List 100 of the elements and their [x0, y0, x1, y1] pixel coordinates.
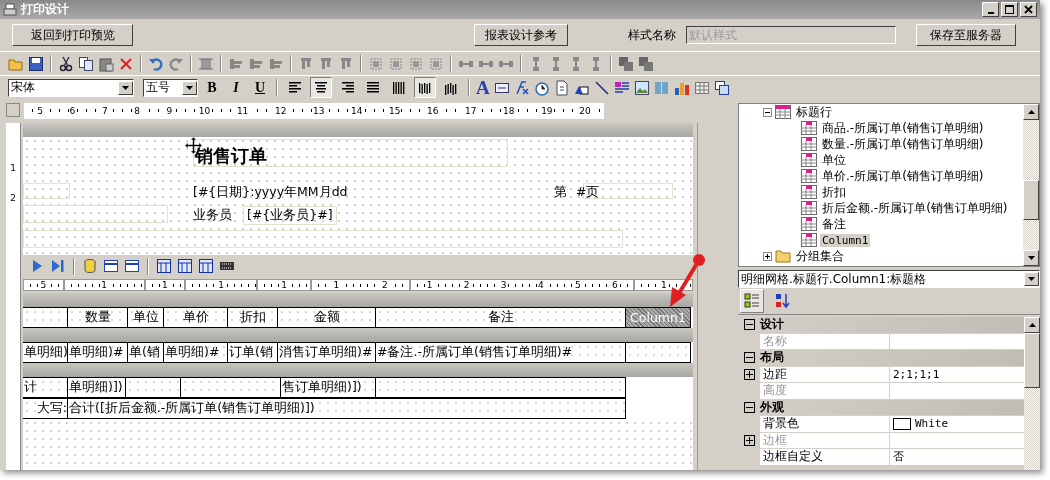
table-icon[interactable] — [693, 79, 710, 96]
categorized-list-icon — [744, 293, 760, 309]
report-reference-button[interactable]: 报表设计参考 — [474, 24, 568, 46]
object-selector[interactable]: 明细网格.标题行.Column1:标题格 — [738, 270, 1040, 288]
line-icon[interactable] — [593, 79, 610, 96]
column-header-cell[interactable]: 折扣 — [228, 307, 278, 328]
collapse-icon[interactable] — [743, 319, 755, 331]
property-name[interactable]: 边距 — [760, 366, 890, 382]
scroll-down-icon[interactable] — [1027, 256, 1035, 260]
column-ruler-segment: 1 — [63, 279, 145, 291]
property-value[interactable]: 否 — [893, 449, 904, 465]
field-icon[interactable] — [124, 258, 140, 274]
field-frame[interactable] — [193, 139, 508, 167]
delete-icon[interactable] — [118, 55, 134, 72]
tree-item[interactable]: 数量.-所属订单(销售订单明细) — [820, 135, 986, 153]
column-ruler-segment: 1 — [257, 279, 312, 291]
column-header-cell[interactable]: 备注 — [376, 307, 626, 328]
column-header-cell[interactable]: 数量 — [68, 307, 128, 328]
table-cell: 单明细) — [23, 342, 68, 363]
scroll-up-icon[interactable] — [1027, 110, 1035, 114]
tree-item[interactable]: 备注 — [820, 215, 848, 233]
salesperson-field[interactable]: [#{业务员}#] — [243, 206, 337, 225]
save-icon[interactable] — [28, 55, 44, 72]
date-field[interactable]: [#{日期}:yyyy年MM月dd — [193, 184, 348, 201]
table-cell: 单明细)]) — [68, 377, 126, 398]
copy-icon[interactable] — [78, 55, 94, 72]
frame-icon[interactable] — [198, 55, 214, 72]
column-header-cell[interactable]: 单价 — [164, 307, 228, 328]
field-frame[interactable] — [23, 205, 168, 223]
layer-icon[interactable] — [638, 55, 654, 72]
tree-item[interactable]: 分组集合 — [794, 247, 846, 265]
layer-icon[interactable] — [618, 55, 634, 72]
categorized-view-button[interactable] — [740, 289, 764, 313]
collapse-icon[interactable] — [763, 107, 772, 117]
back-to-preview-button[interactable]: 返回到打印预览 — [12, 24, 133, 46]
function-icon[interactable] — [513, 79, 530, 96]
font-style-button[interactable]: U — [250, 77, 270, 98]
align-lines-icon — [288, 81, 302, 94]
category-header[interactable]: 布局 — [760, 349, 784, 367]
page-number-field[interactable]: #页 — [576, 184, 600, 201]
undo-icon[interactable] — [148, 55, 164, 72]
property-name[interactable]: 边框自定义 — [760, 449, 890, 465]
column-header-cell[interactable]: 金额 — [278, 307, 376, 328]
font-combo[interactable]: 宋体 — [8, 78, 134, 97]
collapse-icon[interactable] — [743, 401, 755, 413]
vertical-bars-icon — [419, 80, 431, 95]
category-header[interactable]: 设计 — [760, 317, 784, 334]
vertical-align-button[interactable] — [414, 77, 436, 98]
clock-icon[interactable] — [533, 79, 550, 96]
tree-item[interactable]: 单位 — [820, 151, 848, 169]
font-style-button[interactable]: B — [202, 77, 222, 98]
collapse-icon[interactable] — [743, 352, 755, 364]
rich-text-icon[interactable] — [613, 79, 630, 96]
image-icon[interactable] — [633, 79, 650, 96]
font-style-button[interactable]: I — [226, 77, 246, 98]
close-button[interactable] — [1020, 2, 1037, 17]
grid-icon[interactable] — [156, 258, 172, 274]
minimize-button[interactable] — [982, 2, 999, 17]
text-tool-button[interactable]: A — [476, 77, 490, 98]
last-icon[interactable] — [50, 258, 66, 274]
page-label[interactable]: 第 — [554, 184, 567, 201]
property-value[interactable]: 2;1;1;1 — [893, 367, 940, 381]
property-value[interactable]: White — [915, 417, 949, 431]
font-size-combo[interactable]: 五号 — [143, 78, 198, 97]
cut-icon[interactable] — [58, 55, 74, 72]
table-cell: 单(销 — [128, 342, 164, 363]
scroll-up-icon[interactable] — [1028, 323, 1036, 327]
column-ruler-segment: 1 2 3 4 5 6 — [410, 279, 635, 291]
tree-item[interactable]: 商品.-所属订单(销售订单明细) — [820, 119, 986, 137]
maximize-button[interactable] — [1001, 2, 1018, 17]
category-header[interactable]: 外观 — [760, 398, 784, 416]
sort-icon — [774, 293, 790, 309]
save-to-server-button[interactable]: 保存至服务器 — [916, 24, 1016, 46]
tree-item[interactable]: 折后金额.-所属订单(销售订单明细) — [820, 199, 1010, 217]
vertical-scrollbar[interactable] — [1024, 317, 1040, 470]
tree-item[interactable]: Column1 — [820, 233, 871, 247]
field-frame[interactable] — [23, 230, 623, 248]
document-icon[interactable] — [553, 79, 570, 96]
expand-icon[interactable] — [743, 368, 755, 380]
text-align-button[interactable] — [310, 77, 332, 98]
tree-item[interactable]: 标题行 — [794, 104, 834, 121]
table-cell: 合计([折后金额.-所属订单(销售订单明细)]) — [68, 398, 626, 419]
table-cell — [126, 377, 181, 398]
vertical-bars-icon — [393, 80, 405, 95]
minimize-icon — [987, 11, 994, 14]
field-icon[interactable] — [103, 258, 119, 274]
grid-icon[interactable] — [177, 258, 193, 274]
field-frame[interactable] — [23, 183, 70, 199]
salesperson-label[interactable]: 业务员 — [193, 207, 232, 224]
column-header-cell[interactable]: 单位 — [128, 307, 164, 328]
expand-icon[interactable] — [763, 251, 772, 261]
vertical-scrollbar[interactable] — [1023, 104, 1039, 266]
table-cell: 消售订单明细)# — [278, 342, 376, 363]
grid-icon[interactable] — [198, 258, 214, 274]
tree-item[interactable]: 折扣 — [820, 183, 848, 201]
property-name[interactable]: 背景色 — [760, 416, 890, 432]
report-title[interactable]: 销售订单 — [195, 144, 267, 168]
database-icon[interactable] — [82, 258, 98, 274]
stacked-windows-icon[interactable] — [713, 79, 730, 96]
tree-item[interactable]: 单价.-所属订单(销售订单明细) — [820, 167, 986, 185]
